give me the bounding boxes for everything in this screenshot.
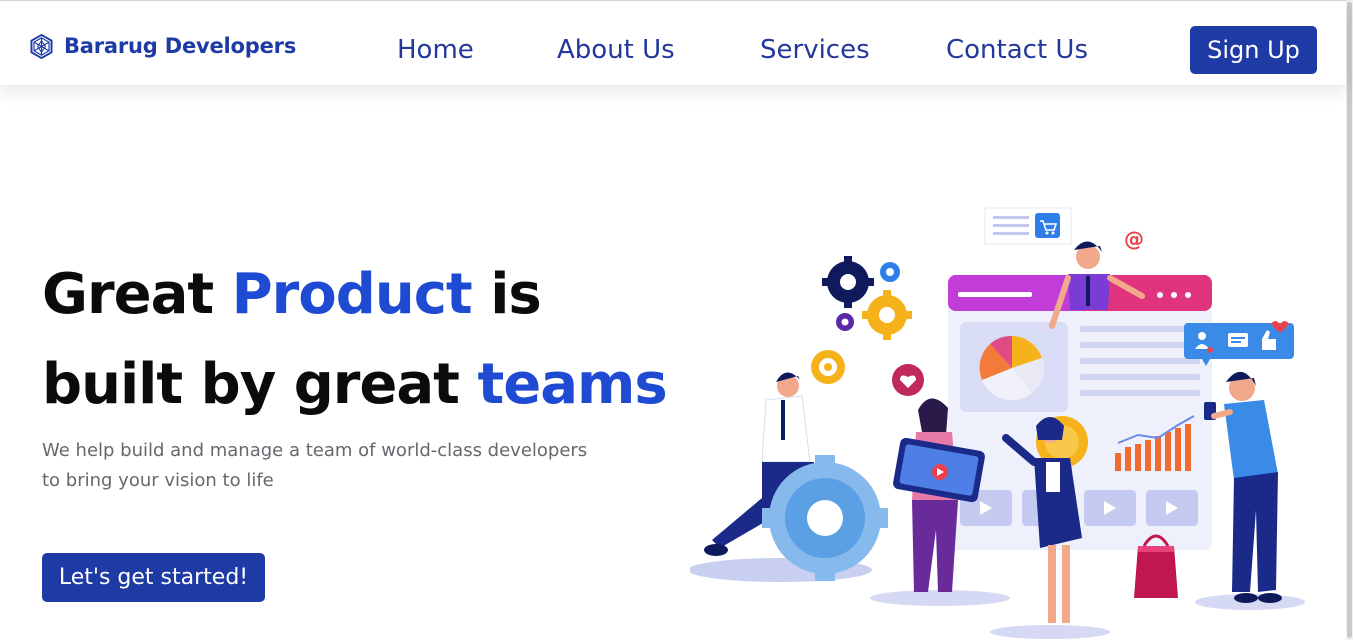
ground-shadow-center xyxy=(870,590,1010,606)
man-with-phone-figure xyxy=(1204,371,1282,603)
at-sign-icon: @ xyxy=(1124,227,1144,251)
scrollbar-thumb[interactable] xyxy=(1347,2,1352,638)
settings-bubble-icon xyxy=(811,350,845,384)
brand-name: Bararug Developers xyxy=(64,34,297,58)
hexagon-mesh-icon xyxy=(30,33,53,59)
pie-chart-graphic xyxy=(979,335,1044,401)
headline-built-by-great: built by great xyxy=(42,352,460,417)
headline-word-teams: teams xyxy=(477,352,667,417)
nav-link-home[interactable]: Home xyxy=(397,33,474,67)
nav-link-services[interactable]: Services xyxy=(760,33,870,67)
hero-subtitle-line2: to bring your vision to life xyxy=(42,470,274,491)
nav-link-contact-us[interactable]: Contact Us xyxy=(946,33,1088,67)
browser-window-graphic xyxy=(948,275,1212,550)
headline-word-great: Great xyxy=(42,262,214,327)
hero-headline: Great Product is built by great teams xyxy=(42,250,682,430)
navbar: Bararug Developers Home About Us Service… xyxy=(0,0,1346,85)
brand-logo[interactable]: Bararug Developers xyxy=(28,31,296,61)
headline-word-is: is xyxy=(490,262,542,327)
heart-bubble-icon xyxy=(892,364,924,396)
get-started-button[interactable]: Let's get started! xyxy=(42,553,265,602)
ground-shadow-bottom xyxy=(990,625,1110,639)
hero-subtitle: We help build and manage a team of world… xyxy=(42,436,602,496)
nav-link-about-us[interactable]: About Us xyxy=(557,33,675,67)
headline-word-product: Product xyxy=(231,262,473,327)
team-building-product-illustration: @ xyxy=(690,207,1305,639)
shopping-cart-card-graphic xyxy=(984,207,1072,245)
hero-subtitle-line1: We help build and manage a team of world… xyxy=(42,440,588,461)
sign-up-button[interactable]: Sign Up xyxy=(1190,26,1317,74)
gears-cluster-graphic xyxy=(822,256,912,340)
